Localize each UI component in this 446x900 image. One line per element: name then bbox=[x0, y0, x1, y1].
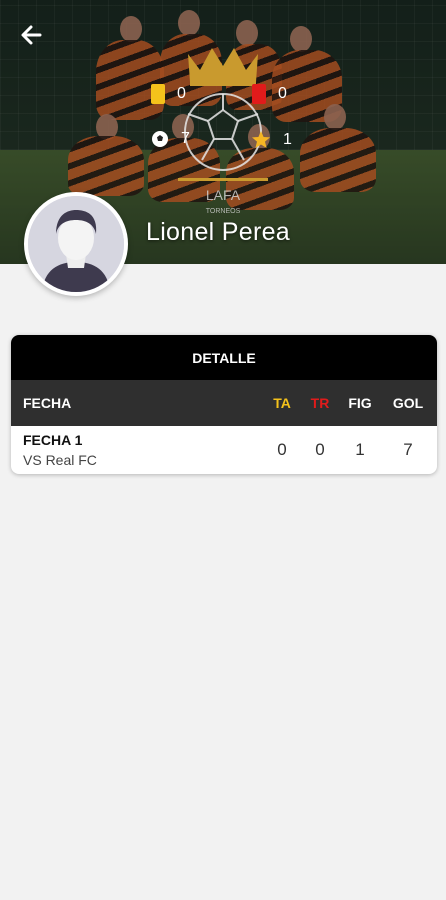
column-header-fecha: FECHA bbox=[23, 395, 72, 411]
detail-table: DETALLE FECHA TA TR FIG GOL FECHA 1 VS R… bbox=[11, 335, 437, 474]
yellow-card-icon bbox=[151, 84, 165, 104]
detail-title: DETALLE bbox=[11, 335, 437, 380]
table-header: FECHA TA TR FIG GOL bbox=[11, 380, 437, 426]
svg-text:TORNEOS: TORNEOS bbox=[206, 208, 241, 215]
cell-tr: 0 bbox=[315, 440, 325, 459]
yellow-cards-stat: 0 bbox=[151, 84, 186, 104]
column-header-tr: TR bbox=[310, 395, 330, 411]
yellow-cards-value: 0 bbox=[177, 85, 186, 102]
match-opponent: VS Real FC bbox=[23, 452, 97, 468]
table-row[interactable]: FECHA 1 VS Real FC 0 0 1 7 bbox=[11, 426, 437, 474]
cell-ta: 0 bbox=[277, 440, 287, 459]
mvp-stat: 1 bbox=[251, 130, 292, 150]
goals-value: 7 bbox=[181, 130, 190, 147]
player-avatar bbox=[24, 192, 128, 296]
default-avatar-icon bbox=[28, 196, 124, 292]
column-header-ta: TA bbox=[273, 395, 291, 411]
column-header-fig: FIG bbox=[348, 395, 372, 411]
star-icon bbox=[252, 131, 270, 148]
soccer-ball-icon bbox=[152, 131, 168, 147]
red-card-icon bbox=[252, 84, 266, 104]
match-title: FECHA 1 bbox=[23, 432, 83, 448]
cell-gol: 7 bbox=[403, 440, 413, 459]
arrow-left-icon bbox=[21, 25, 42, 45]
cell-fig: 1 bbox=[355, 440, 365, 459]
player-name: Lionel Perea bbox=[146, 218, 290, 246]
column-header-gol: GOL bbox=[392, 395, 424, 411]
red-cards-value: 0 bbox=[278, 85, 287, 102]
mvp-value: 1 bbox=[283, 131, 292, 148]
svg-text:LAFA: LAFA bbox=[206, 187, 241, 203]
match-info: FECHA 1 VS Real FC bbox=[11, 432, 263, 468]
back-button[interactable] bbox=[14, 18, 48, 52]
red-cards-stat: 0 bbox=[252, 84, 287, 104]
goals-stat: 7 bbox=[151, 130, 190, 148]
